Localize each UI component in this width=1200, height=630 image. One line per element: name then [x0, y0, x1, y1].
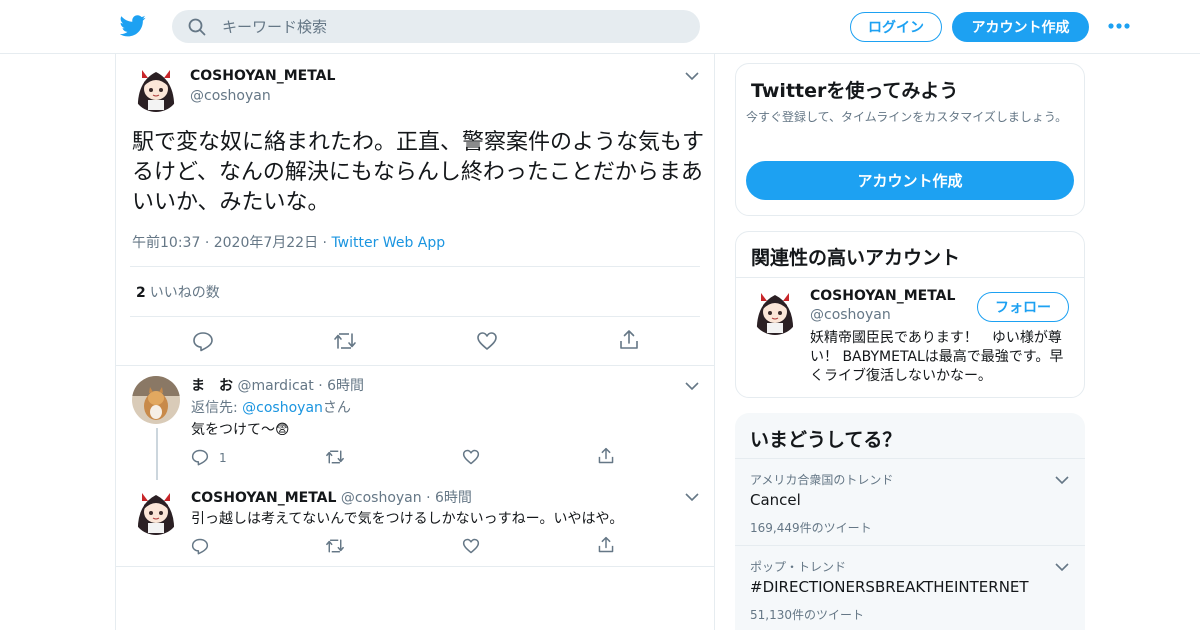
- avatar-illustration-icon: [132, 487, 180, 535]
- like-count: 2: [136, 285, 146, 301]
- trend-name[interactable]: #DIRECTIONERSBREAKTHEINTERNET: [750, 578, 1029, 596]
- reply-author-handle[interactable]: @mardicat: [237, 378, 313, 394]
- reply-text: 引っ越しは考えてないんで気をつけるしかないっすねー。いやはや。: [191, 511, 624, 527]
- reply-icon[interactable]: [191, 537, 209, 555]
- related-account-name[interactable]: COSHOYAN_METAL: [810, 288, 955, 304]
- trend-item[interactable]: ポップ・トレンド #DIRECTIONERSBREAKTHEINTERNET 5…: [735, 545, 1085, 630]
- tweet-source-link[interactable]: Twitter Web App: [331, 235, 445, 251]
- reply-time[interactable]: 6時間: [435, 490, 472, 506]
- signup-card-description: 今すぐ登録して、タイムラインをカスタマイズしましょう。: [746, 110, 1068, 124]
- login-button[interactable]: ログイン: [850, 12, 942, 42]
- meta-separator: ·: [426, 490, 431, 506]
- search-box[interactable]: [172, 10, 700, 43]
- like-count-label: いいねの数: [149, 285, 220, 301]
- related-accounts-title: 関連性の高いアカウント: [751, 247, 961, 269]
- related-account-avatar[interactable]: [751, 287, 799, 335]
- cat-photo-icon: [132, 376, 180, 424]
- trend-name[interactable]: Cancel: [750, 491, 801, 509]
- chevron-down-icon[interactable]: [685, 71, 699, 81]
- chevron-down-icon[interactable]: [685, 492, 699, 502]
- author-handle[interactable]: @coshoyan: [190, 88, 271, 104]
- reply-avatar[interactable]: [132, 376, 180, 424]
- trends-card: いまどうしてる？ アメリカ合衆国のトレンド Cancel 169,449件のツイ…: [735, 413, 1085, 630]
- main-timeline: COSHOYAN_METAL @coshoyan 駅で変な奴に絡まれたわ。正直、…: [115, 54, 715, 630]
- reply-time[interactable]: 6時間: [327, 378, 364, 394]
- related-account-bio: 妖精帝國臣民であります！ ゆい様が尊い！ BABYMETALは最高で最強です。早…: [810, 330, 1064, 384]
- retweet-icon[interactable]: [325, 448, 345, 466]
- meta-separator: ·: [204, 235, 214, 251]
- chevron-down-icon[interactable]: [1055, 562, 1069, 572]
- reply-icon[interactable]: [192, 330, 214, 352]
- avatar-illustration-icon: [751, 287, 799, 335]
- like-icon[interactable]: [462, 537, 480, 555]
- divider: [130, 316, 700, 317]
- reply-avatar[interactable]: [132, 487, 180, 535]
- chevron-down-icon[interactable]: [1055, 475, 1069, 485]
- reply-count: 1: [219, 451, 227, 465]
- share-icon[interactable]: [618, 329, 640, 351]
- twitter-bird-icon[interactable]: [120, 14, 146, 38]
- trend-tweet-count: 169,449件のツイート: [750, 521, 872, 535]
- like-icon[interactable]: [462, 448, 480, 466]
- reply-icon[interactable]: [191, 448, 209, 466]
- author-avatar[interactable]: [132, 64, 180, 112]
- top-header: ログイン アカウント作成: [0, 0, 1200, 54]
- reply-to-handle-link[interactable]: @coshoyan: [242, 400, 323, 416]
- divider: [130, 266, 700, 267]
- trend-context: ポップ・トレンド: [750, 560, 847, 574]
- search-input[interactable]: [222, 10, 682, 43]
- signup-button[interactable]: アカウント作成: [952, 12, 1089, 42]
- share-icon[interactable]: [597, 536, 615, 554]
- reply-to-suffix: さん: [322, 400, 351, 416]
- divider: [116, 566, 714, 567]
- search-icon: [188, 18, 206, 36]
- chevron-down-icon[interactable]: [685, 381, 699, 391]
- reply-author-handle[interactable]: @coshoyan: [341, 490, 422, 506]
- related-account-item[interactable]: COSHOYAN_METAL @coshoyan フォロー 妖精帝國臣民でありま…: [736, 277, 1084, 397]
- tweet-date[interactable]: 2020年7月22日: [214, 235, 318, 251]
- reply-header: ま お @mardicat · 6時間: [191, 375, 364, 395]
- trend-context: アメリカ合衆国のトレンド: [750, 473, 894, 487]
- related-account-handle[interactable]: @coshoyan: [810, 307, 891, 323]
- reply-to-label: 返信先:: [191, 400, 238, 416]
- reply-header: COSHOYAN_METAL @coshoyan · 6時間: [191, 487, 472, 507]
- tweet-time[interactable]: 午前10:37: [132, 235, 200, 251]
- trend-tweet-count: 51,130件のツイート: [750, 608, 864, 622]
- reply-to-line: 返信先: @coshoyanさん: [191, 397, 351, 417]
- reply-author-name[interactable]: COSHOYAN_METAL: [191, 490, 336, 506]
- like-icon[interactable]: [476, 330, 498, 352]
- signup-card: Twitterを使ってみよう 今すぐ登録して、タイムラインをカスタマイズしましょ…: [735, 63, 1085, 216]
- divider: [116, 365, 714, 366]
- author-name[interactable]: COSHOYAN_METAL: [190, 68, 335, 84]
- trend-item[interactable]: アメリカ合衆国のトレンド Cancel 169,449件のツイート: [735, 458, 1085, 545]
- avatar-illustration-icon: [132, 64, 180, 112]
- signup-card-title: Twitterを使ってみよう: [751, 80, 959, 102]
- reply-author-name[interactable]: ま お: [191, 378, 233, 394]
- follow-button[interactable]: フォロー: [977, 292, 1069, 322]
- retweet-icon[interactable]: [333, 330, 357, 352]
- like-count-row[interactable]: 2 いいねの数: [136, 282, 220, 302]
- retweet-icon[interactable]: [325, 537, 345, 555]
- more-options-icon[interactable]: [1108, 23, 1130, 29]
- meta-separator: ·: [318, 378, 323, 394]
- tweet-meta: 午前10:37 · 2020年7月22日 · Twitter Web App: [132, 232, 445, 252]
- related-accounts-card: 関連性の高いアカウント COSHOYAN_METAL @coshoyan フォロ…: [735, 231, 1085, 398]
- trends-title: いまどうしてる？: [750, 429, 902, 451]
- share-icon[interactable]: [597, 447, 615, 465]
- reply-text: 気をつけて〜😨: [191, 422, 290, 438]
- tweet-text: 駅で変な奴に絡まれたわ。正直、警察案件のような気もするけど、なんの解決にもならん…: [132, 130, 705, 215]
- signup-card-button[interactable]: アカウント作成: [746, 161, 1074, 200]
- thread-connector: [156, 428, 158, 480]
